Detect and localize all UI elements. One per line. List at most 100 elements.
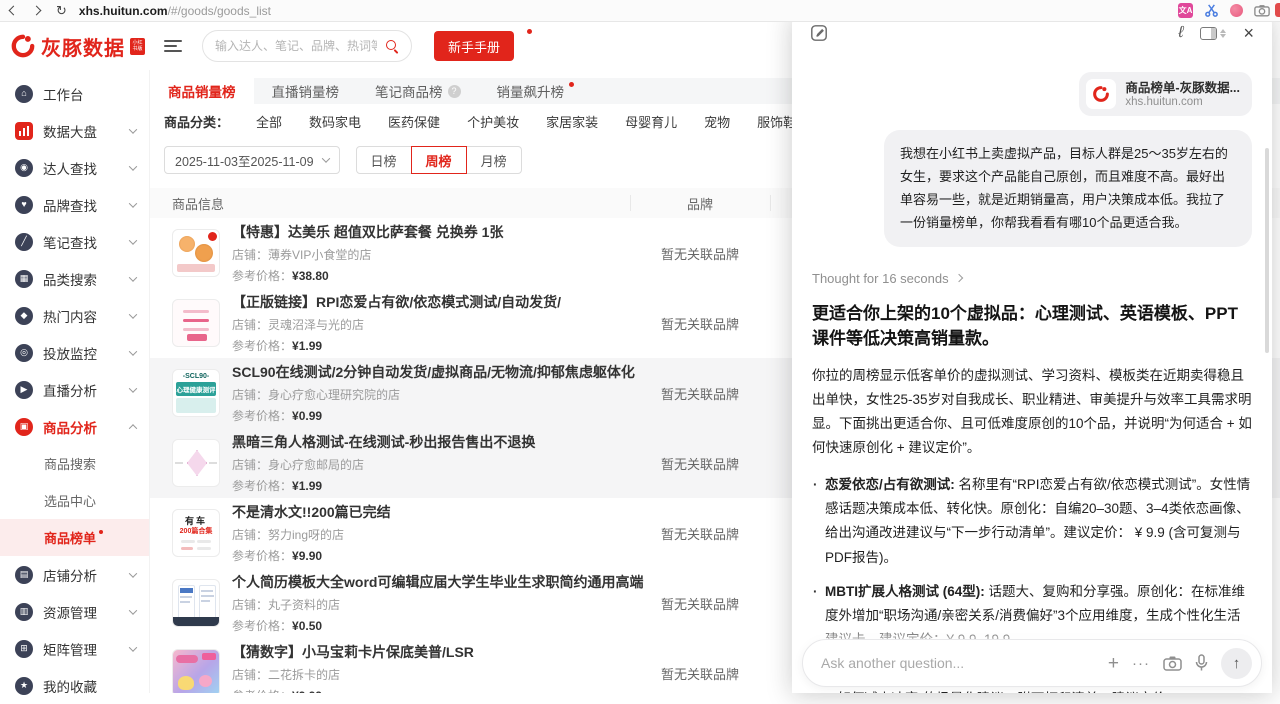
sidebar-item-influencer-search[interactable]: ◉ 达人查找 xyxy=(0,149,149,186)
matrix-icon: ⊞ xyxy=(15,640,33,658)
workbench-icon: ⌂ xyxy=(15,85,33,103)
sidebar-item-category-search[interactable]: ▦ 品类搜索 xyxy=(0,260,149,297)
tab-sales-surge-ranking[interactable]: 销量飙升榜 xyxy=(479,78,593,104)
sidebar-collapse-icon[interactable] xyxy=(164,40,182,52)
product-title[interactable]: 【正版链接】RPI恋爱占有欲/依恋模式测试/自动发货/ xyxy=(232,292,561,312)
category-baby[interactable]: 母婴育儿 xyxy=(625,112,677,131)
assistant-answer: 更适合你上架的10个虚拟品：心理测试、英语模板、PPT课件等低决策高销量款。 你… xyxy=(792,301,1272,694)
chat-input[interactable] xyxy=(821,655,1095,671)
category-home[interactable]: 家居家装 xyxy=(546,112,598,131)
category-digital[interactable]: 数码家电 xyxy=(309,112,361,131)
sidebar-subitem-goods-ranking[interactable]: 商品榜单 xyxy=(0,519,149,556)
more-options-icon[interactable]: ··· xyxy=(1132,656,1150,671)
notification-dot xyxy=(527,29,532,34)
sidebar-subitem-selection-center[interactable]: 选品中心 xyxy=(0,482,149,519)
sidebar-item-goods-analysis[interactable]: ▣ 商品分析 xyxy=(0,408,149,445)
chevron-down-icon xyxy=(129,125,137,133)
chevron-down-icon xyxy=(129,236,137,244)
camera-extension-icon[interactable] xyxy=(1254,4,1270,17)
scissors-extension-icon[interactable] xyxy=(1204,3,1219,18)
product-title[interactable]: SCL90在线测试/2分钟自动发货/虚拟商品/无物流/抑郁焦虑躯体化 xyxy=(232,362,635,382)
sidebar-item-resource-management[interactable]: ▥ 资源管理 xyxy=(0,593,149,630)
dashboard-icon xyxy=(15,122,33,140)
sidebar-subitem-goods-search[interactable]: 商品搜索 xyxy=(0,445,149,482)
period-daily[interactable]: 日榜 xyxy=(356,146,412,174)
quill-icon[interactable]: ℓ xyxy=(1178,24,1183,42)
panel-scrollbar[interactable] xyxy=(1265,148,1269,353)
sidebar: ⌂ 工作台 数据大盘 ◉ 达人查找 ♥ 品牌查找 ╱ 笔记查找 ▦ 品类搜索 ◆… xyxy=(0,70,150,693)
page-context-chip[interactable]: 商品榜单-灰豚数据... xhs.huitun.com xyxy=(1079,72,1252,116)
close-icon[interactable]: × xyxy=(1243,24,1254,42)
category-all[interactable]: 全部 xyxy=(256,112,282,131)
date-range-select[interactable]: 2025-11-03至2025-11-09 xyxy=(164,146,340,174)
sidebar-item-workbench[interactable]: ⌂ 工作台 xyxy=(0,75,149,112)
monitor-icon: ◎ xyxy=(15,344,33,362)
store-name: 身心疗愈邮局的店 xyxy=(268,458,364,472)
store-name: 努力ing呀的店 xyxy=(268,528,344,542)
sidebar-item-shop-analysis[interactable]: ▤ 店铺分析 xyxy=(0,556,149,593)
sidebar-item-note-search[interactable]: ╱ 笔记查找 xyxy=(0,223,149,260)
chevron-down-icon xyxy=(129,347,137,355)
browser-back-icon[interactable] xyxy=(9,6,19,16)
chevron-down-icon xyxy=(129,643,137,651)
product-title[interactable]: 黑暗三角人格测试-在线测试-秒出报告售出不退换 xyxy=(232,432,535,452)
microphone-icon[interactable] xyxy=(1195,654,1208,672)
answer-intro: 你拉的周榜显示低客单价的虚拟测试、学习资料、模板类在近期卖得稳且出单快，女性25… xyxy=(812,364,1252,461)
store-name: 二花拆卡的店 xyxy=(268,668,340,682)
logo-badge: 小红书版 xyxy=(130,38,145,55)
help-icon[interactable]: ? xyxy=(448,85,461,98)
chevron-down-icon xyxy=(321,154,329,162)
store-name: 身心疗愈心理研究院的店 xyxy=(268,388,400,402)
product-thumbnail xyxy=(172,229,220,277)
product-title[interactable]: 【猜数字】小马宝莉卡片保底美普/LSR xyxy=(232,642,474,662)
category-pets[interactable]: 宠物 xyxy=(704,112,730,131)
translate-extension-icon[interactable]: 文A xyxy=(1178,3,1193,18)
product-title[interactable]: 【特惠】达美乐 超值双比萨套餐 兑换券 1张 xyxy=(232,222,503,242)
brand-cell: 暂无关联品牌 xyxy=(630,524,770,543)
chat-input-bar: + ··· ↑ xyxy=(802,639,1262,687)
browser-reload-icon[interactable]: ↻ xyxy=(56,4,67,17)
address-bar[interactable]: xhs.huitun.com/#/goods/goods_list xyxy=(79,4,271,18)
product-title[interactable]: 个人简历模板大全word可编辑应届大学生毕业生求职简约通用高端 xyxy=(232,572,643,592)
product-title[interactable]: 不是清水文!!200篇已完结 xyxy=(232,502,391,522)
hot-content-icon: ◆ xyxy=(15,307,33,325)
brand-cell: 暂无关联品牌 xyxy=(630,454,770,473)
sidebar-item-live-analysis[interactable]: ▶ 直播分析 xyxy=(0,371,149,408)
sidebar-item-hot-content[interactable]: ◆ 热门内容 xyxy=(0,297,149,334)
screenshot-camera-icon[interactable] xyxy=(1163,656,1182,671)
global-search[interactable] xyxy=(202,30,412,62)
browser-forward-icon[interactable] xyxy=(32,6,42,16)
tab-goods-sales-ranking[interactable]: 商品销量榜 xyxy=(150,78,254,104)
search-input[interactable] xyxy=(215,39,377,53)
chevron-down-icon xyxy=(129,569,137,577)
panel-layout-toggle-icon[interactable] xyxy=(1200,27,1226,40)
store-name: 丸子资料的店 xyxy=(268,598,340,612)
sidebar-item-brand-search[interactable]: ♥ 品牌查找 xyxy=(0,186,149,223)
tab-note-goods-ranking[interactable]: 笔记商品榜? xyxy=(357,78,479,104)
pink-extension-icon[interactable] xyxy=(1230,4,1243,17)
handbook-button[interactable]: 新手手册 xyxy=(434,31,514,61)
product-thumbnail: 有车 200篇合集 xyxy=(172,509,220,557)
send-button[interactable]: ↑ xyxy=(1221,648,1252,679)
period-monthly[interactable]: 月榜 xyxy=(466,146,522,174)
sidebar-item-ad-monitor[interactable]: ◎ 投放监控 xyxy=(0,334,149,371)
sidebar-item-matrix-management[interactable]: ⊞ 矩阵管理 xyxy=(0,630,149,667)
new-chat-icon[interactable] xyxy=(810,24,828,42)
goods-icon: ▣ xyxy=(15,418,33,436)
huitun-logo: 灰豚数据 小红书版 xyxy=(0,32,150,61)
attach-icon[interactable]: + xyxy=(1108,654,1119,673)
category-health[interactable]: 医药保健 xyxy=(388,112,440,131)
clipped-extension-icon xyxy=(1275,3,1280,17)
sidebar-item-data-dashboard[interactable]: 数据大盘 xyxy=(0,112,149,149)
category-beauty[interactable]: 个护美妆 xyxy=(467,112,519,131)
period-weekly[interactable]: 周榜 xyxy=(411,146,467,174)
tab-live-sales-ranking[interactable]: 直播销量榜 xyxy=(254,78,358,104)
star-icon: ★ xyxy=(15,677,33,695)
sidebar-item-favorites[interactable]: ★ 我的收藏 xyxy=(0,667,149,704)
list-item: 恋爱依恋/占有欲测试: 名称里有“RPI恋爱占有欲/依恋模式测试”。女性情感话题… xyxy=(812,473,1252,570)
reference-price: ¥9.90 xyxy=(292,549,322,563)
answer-heading: 更适合你上架的10个虚拟品：心理测试、英语模板、PPT课件等低决策高销量款。 xyxy=(812,301,1252,352)
chevron-down-icon xyxy=(129,199,137,207)
search-icon[interactable] xyxy=(385,39,399,53)
thought-toggle[interactable]: Thought for 16 seconds xyxy=(812,271,1252,286)
